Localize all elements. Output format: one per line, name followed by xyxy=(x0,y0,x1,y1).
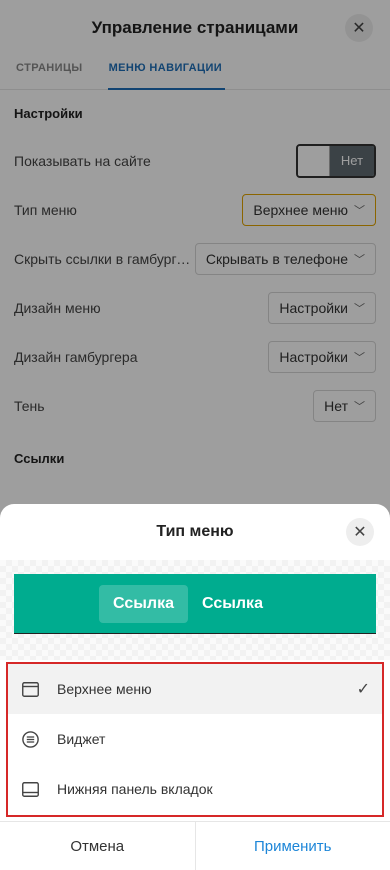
preview-link: Ссылка xyxy=(99,584,188,623)
sheet-title: Тип меню xyxy=(156,523,234,540)
apply-button[interactable]: Применить xyxy=(196,822,390,870)
menu-preview: Ссылка Ссылка xyxy=(0,560,390,660)
option-label: Нижняя панель вкладок xyxy=(57,781,213,797)
sheet-header: Тип меню ✕ xyxy=(0,504,390,560)
bottom-bar-icon xyxy=(21,780,39,798)
list-circle-icon xyxy=(21,730,39,748)
cancel-button[interactable]: Отмена xyxy=(0,822,196,870)
checkmark-icon: ✓ xyxy=(356,681,370,698)
sheet-close-button[interactable]: ✕ xyxy=(346,518,374,546)
sheet-footer: Отмена Применить xyxy=(0,821,390,870)
menu-type-options: Верхнее меню ✓ Виджет Нижняя панель вкла… xyxy=(6,662,384,817)
option-label: Виджет xyxy=(57,731,106,747)
option-label: Верхнее меню xyxy=(57,681,152,697)
option-widget[interactable]: Виджет xyxy=(8,714,382,764)
menu-type-sheet: Тип меню ✕ Ссылка Ссылка Верхнее меню ✓ … xyxy=(0,504,390,870)
browser-window-icon xyxy=(21,680,39,698)
preview-menu-bar: Ссылка Ссылка xyxy=(14,574,376,634)
close-icon: ✕ xyxy=(353,524,367,541)
preview-link: Ссылка xyxy=(201,594,263,612)
option-bottom-tab-bar[interactable]: Нижняя панель вкладок xyxy=(8,764,382,814)
option-top-menu[interactable]: Верхнее меню ✓ xyxy=(8,664,382,714)
